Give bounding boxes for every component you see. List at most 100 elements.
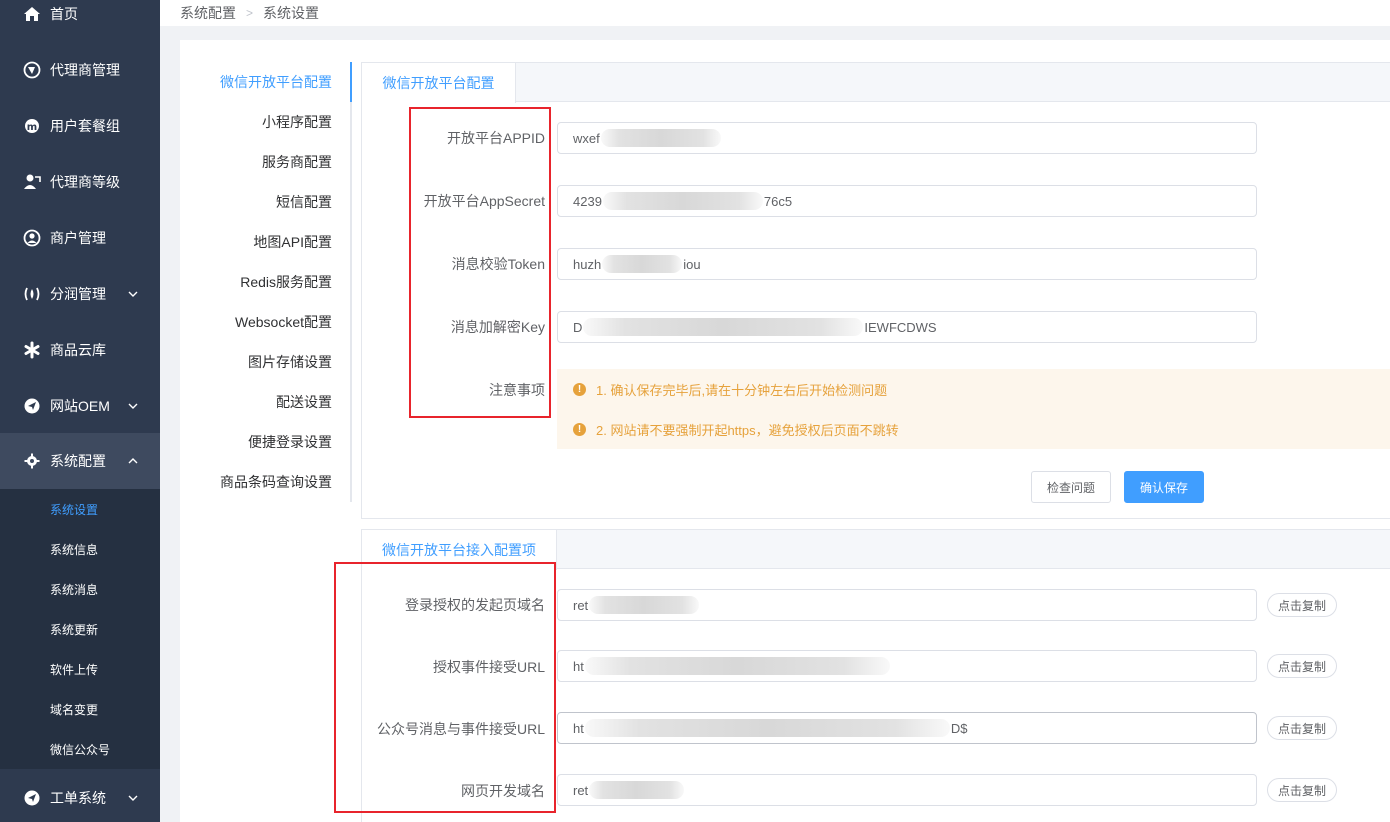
notice-item: ! 2. 网站请不要强制开起https，避免授权后页面不跳转 <box>573 419 899 439</box>
chevron-down-icon <box>126 287 140 301</box>
menu-item-profit[interactable]: 分润管理 <box>0 266 160 322</box>
submenu-item-system-settings[interactable]: 系统设置 <box>0 489 160 529</box>
menu-label: 代理商管理 <box>50 62 120 78</box>
warning-icon: ! <box>573 422 586 436</box>
profit-icon <box>22 284 42 304</box>
menu-label: 代理商等级 <box>50 174 120 190</box>
menu-label: 分润管理 <box>50 286 106 302</box>
breadcrumb-system-settings: 系统设置 <box>263 5 320 21</box>
chevron-down-icon <box>126 791 140 805</box>
redaction-blur <box>583 318 864 336</box>
appsecret-input[interactable]: 4239 76c5 <box>557 185 1257 217</box>
notice-box: ! 1. 确认保存完毕后,请在十分钟左右后开始检测问题 ! 2. 网站请不要强制… <box>557 369 1390 449</box>
level-icon <box>22 172 42 192</box>
notice-text: 2. 网站请不要强制开起https，避免授权后页面不跳转 <box>596 422 899 438</box>
check-issues-button[interactable]: 检查问题 <box>1031 471 1111 503</box>
tab-sms[interactable]: 短信配置 <box>276 182 332 222</box>
login-domain-value: ret <box>573 597 589 613</box>
menu-item-package[interactable]: m 用户套餐组 <box>0 98 160 154</box>
menu-item-home[interactable]: 首页 <box>0 0 160 42</box>
menu-label: 系统配置 <box>50 453 106 469</box>
copy-button[interactable]: 点击复制 <box>1267 716 1337 740</box>
submenu-item-system-messages[interactable]: 系统消息 <box>0 569 160 609</box>
breadcrumb-system-config[interactable]: 系统配置 <box>180 3 236 23</box>
card-tab-wechat-open-platform[interactable]: 微信开放平台配置 <box>362 63 516 103</box>
copy-button[interactable]: 点击复制 <box>1267 778 1337 802</box>
web-dev-domain-value: ret <box>573 782 589 798</box>
tab-barcode-query[interactable]: 商品条码查询设置 <box>220 462 332 502</box>
redaction-blur <box>584 719 950 737</box>
menu-item-level[interactable]: 代理商等级 <box>0 154 160 210</box>
encrypt-key-value-end: IEWFCDWS <box>864 319 937 335</box>
web-dev-domain-input[interactable]: ret <box>557 774 1257 806</box>
token-value-end: iou <box>683 256 701 272</box>
tab-map-api[interactable]: 地图API配置 <box>253 222 332 262</box>
message-event-url-input[interactable]: ht D$ <box>557 712 1257 744</box>
menu-item-merchant[interactable]: 商户管理 <box>0 210 160 266</box>
active-tab-indicator <box>350 62 352 102</box>
submenu-item-system-info[interactable]: 系统信息 <box>0 529 160 569</box>
submenu-item-system-update[interactable]: 系统更新 <box>0 609 160 649</box>
encrypt-key-input[interactable]: D IEWFCDWS <box>557 311 1257 343</box>
menu-label: 用户套餐组 <box>50 118 120 134</box>
auth-event-url-input[interactable]: ht <box>557 650 1257 682</box>
redaction-blur <box>602 255 683 273</box>
menu-item-system-config[interactable]: 系统配置 <box>0 433 160 489</box>
redaction-blur <box>600 129 721 147</box>
package-icon: m <box>22 116 42 136</box>
home-icon <box>22 4 42 24</box>
highlight-box <box>334 562 556 813</box>
menu-item-cloud[interactable]: 商品云库 <box>0 322 160 378</box>
menu-item-ticket[interactable]: 工单系统 <box>0 770 160 822</box>
tab-redis[interactable]: Redis服务配置 <box>240 262 332 302</box>
menu-label: 首页 <box>50 6 78 22</box>
appid-input[interactable]: wxef <box>557 122 1257 154</box>
tab-delivery[interactable]: 配送设置 <box>276 382 332 422</box>
user-icon <box>22 228 42 248</box>
login-domain-input[interactable]: ret <box>557 589 1257 621</box>
menu-label: 网站OEM <box>50 398 110 414</box>
gear-icon <box>22 451 42 471</box>
tab-mini-program[interactable]: 小程序配置 <box>262 102 332 142</box>
submenu-item-software-upload[interactable]: 软件上传 <box>0 649 160 689</box>
tab-quick-login[interactable]: 便捷登录设置 <box>248 422 332 462</box>
copy-button[interactable]: 点击复制 <box>1267 654 1337 678</box>
redaction-blur <box>589 781 685 799</box>
message-event-url-value-start: ht <box>573 720 584 736</box>
submenu-item-domain-change[interactable]: 域名变更 <box>0 689 160 729</box>
token-input[interactable]: huzh iou <box>557 248 1257 280</box>
notice-item: ! 1. 确认保存完毕后,请在十分钟左右后开始检测问题 <box>573 379 887 399</box>
menu-label: 商品云库 <box>50 342 106 358</box>
submenu-system-config: 系统设置 系统信息 系统消息 系统更新 软件上传 域名变更 微信公众号 <box>0 489 160 769</box>
notice-text: 1. 确认保存完毕后,请在十分钟左右后开始检测问题 <box>596 382 888 398</box>
appsecret-value-end: 76c5 <box>763 193 793 209</box>
redaction-blur <box>589 596 700 614</box>
encrypt-key-value-start: D <box>573 319 583 335</box>
menu-item-oem[interactable]: 网站OEM <box>0 378 160 434</box>
highlight-box <box>409 107 551 418</box>
svg-text:m: m <box>27 122 37 133</box>
send-icon <box>22 396 42 416</box>
chevron-right-icon: > <box>246 6 254 20</box>
chevron-down-icon <box>126 399 140 413</box>
breadcrumb: 系统配置 > 系统设置 <box>160 0 1390 26</box>
menu-item-agent[interactable]: 代理商管理 <box>0 42 160 98</box>
auth-event-url-value: ht <box>573 658 584 674</box>
asterisk-icon <box>22 340 42 360</box>
card-header: 微信开放平台配置 <box>362 63 1390 103</box>
redaction-blur <box>602 192 763 210</box>
submenu-item-wechat-official[interactable]: 微信公众号 <box>0 729 160 769</box>
token-value-start: huzh <box>573 256 602 272</box>
agent-icon <box>22 60 42 80</box>
settings-tabs: 微信开放平台配置 小程序配置 服务商配置 短信配置 地图API配置 Redis服… <box>180 62 352 502</box>
redaction-blur <box>584 657 890 675</box>
tab-image-storage[interactable]: 图片存储设置 <box>248 342 332 382</box>
copy-button[interactable]: 点击复制 <box>1267 593 1337 617</box>
appsecret-value-start: 4239 <box>573 193 602 209</box>
tab-wechat-open-platform[interactable]: 微信开放平台配置 <box>220 62 332 102</box>
ticket-icon <box>22 788 42 808</box>
tab-service-provider[interactable]: 服务商配置 <box>262 142 332 182</box>
menu-label: 工单系统 <box>50 790 106 806</box>
tab-websocket[interactable]: Websocket配置 <box>235 302 332 342</box>
confirm-save-button[interactable]: 确认保存 <box>1124 471 1204 503</box>
